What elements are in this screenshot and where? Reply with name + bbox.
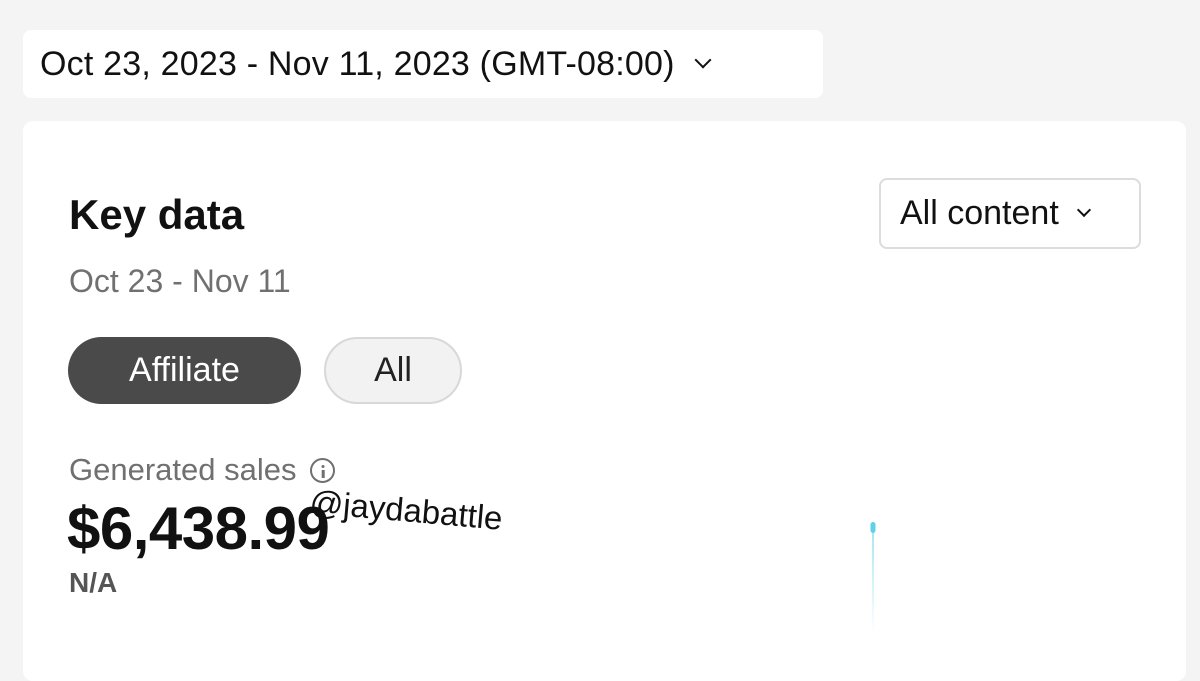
content-filter-label: All content xyxy=(900,194,1059,232)
card-date-subtitle: Oct 23 - Nov 11 xyxy=(69,263,291,299)
sales-sparkline xyxy=(870,522,876,633)
toggle-affiliate-button[interactable]: Affiliate xyxy=(68,337,301,404)
card-title: Key data xyxy=(69,191,245,238)
date-range-label: Oct 23, 2023 - Nov 11, 2023 (GMT-08:00) xyxy=(40,44,675,83)
comparison-value: N/A xyxy=(69,567,118,598)
key-data-card: Key data Oct 23 - Nov 11 All content Aff… xyxy=(23,121,1186,681)
toggle-all-button[interactable]: All xyxy=(324,337,462,404)
metric-label-text: Generated sales xyxy=(69,452,297,487)
chevron-down-icon xyxy=(1076,202,1091,218)
info-icon[interactable] xyxy=(310,457,336,483)
sparkline-area xyxy=(872,529,874,633)
date-range-picker[interactable]: Oct 23, 2023 - Nov 11, 2023 (GMT-08:00) xyxy=(23,30,823,98)
watermark: @jaydabattle xyxy=(308,483,505,537)
content-filter-dropdown[interactable]: All content xyxy=(879,178,1141,249)
sparkline-point xyxy=(870,522,876,533)
generated-sales-label: Generated sales xyxy=(69,452,336,488)
generated-sales-value: $6,438.99 xyxy=(67,495,330,562)
chevron-down-icon xyxy=(694,51,712,69)
